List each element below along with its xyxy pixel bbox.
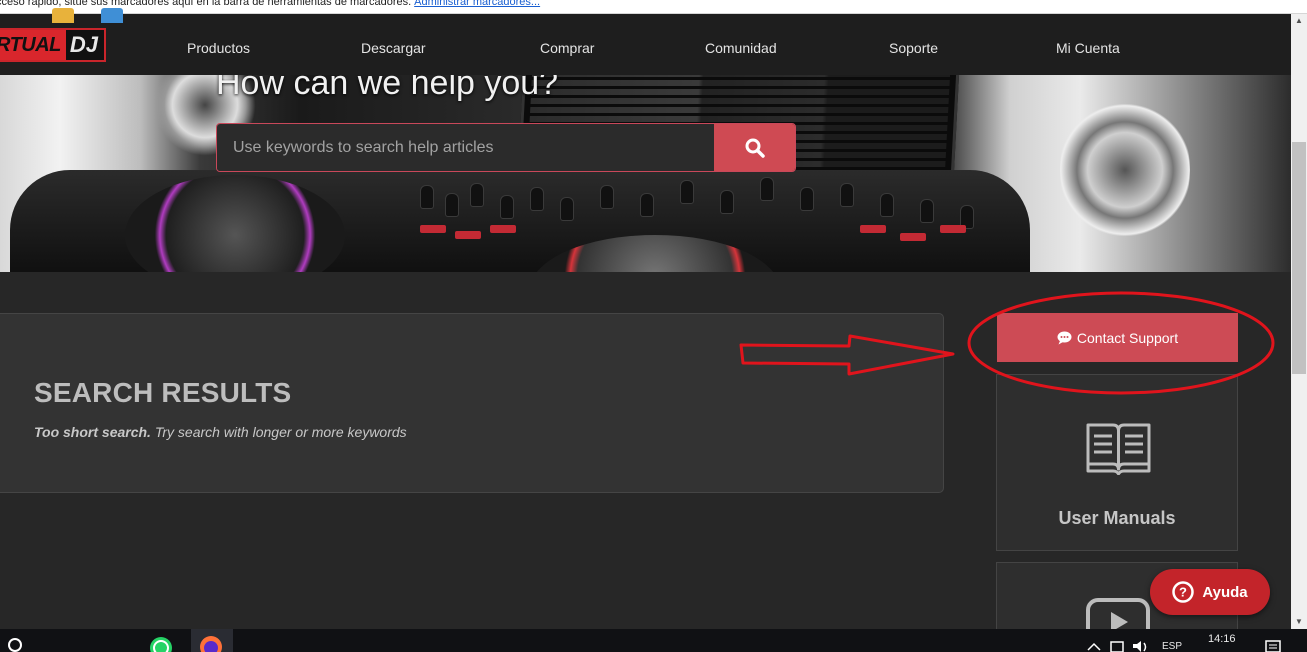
nav-mi-cuenta[interactable]: Mi Cuenta (1056, 40, 1120, 56)
nav-productos[interactable]: Productos (187, 40, 250, 56)
user-manuals-card[interactable]: User Manuals (996, 374, 1238, 551)
help-search-form (216, 123, 796, 172)
speaker-right-image (1060, 85, 1190, 255)
scroll-thumb[interactable] (1292, 142, 1306, 374)
hero-banner: How can we help you? (0, 75, 1291, 272)
search-results-title: SEARCH RESULTS (34, 377, 292, 408)
firefox-icon[interactable] (199, 634, 223, 652)
language-indicator[interactable]: ESP (1162, 641, 1182, 652)
nav-comunidad[interactable]: Comunidad (705, 40, 777, 56)
volume-icon[interactable] (1132, 640, 1150, 652)
manage-bookmarks-link[interactable]: Administrar marcadores... (414, 0, 540, 8)
logo-text-virtual: RTUAL (0, 30, 66, 60)
whatsapp-icon[interactable] (149, 636, 173, 652)
contact-support-label: Contact Support (1076, 329, 1179, 346)
user-manuals-label: User Manuals (1058, 508, 1176, 528)
nav-descargar[interactable]: Descargar (361, 40, 426, 56)
hero-title: How can we help you? (216, 75, 559, 102)
help-search-input[interactable] (217, 124, 714, 171)
nav-comprar[interactable]: Comprar (540, 40, 594, 56)
bookmarks-toolbar: cceso rápido, sitúe sus marcadores aquí … (0, 0, 1307, 14)
search-button[interactable] (714, 124, 795, 171)
help-chat-label: Ayuda (1202, 583, 1248, 601)
search-results-panel: SEARCH RESULTS Too short search. Try sea… (0, 313, 944, 493)
network-icon[interactable] (1109, 640, 1127, 652)
chevron-up-icon[interactable] (1086, 641, 1102, 652)
scroll-up-arrow[interactable]: ▲ (1291, 14, 1307, 28)
help-chat-button[interactable]: ? Ayuda (1150, 569, 1270, 615)
taskbar-clock[interactable]: 14:16 (1208, 633, 1236, 645)
bookmarks-hint: cceso rápido, sitúe sus marcadores aquí … (0, 0, 540, 8)
search-icon (745, 138, 765, 158)
control-panel-icon[interactable] (101, 8, 123, 23)
svg-text:?: ? (1179, 585, 1187, 600)
site-navbar: RTUAL DJ Productos Descargar Comprar Com… (0, 14, 1291, 75)
bookmarks-hint-text: cceso rápido, sitúe sus marcadores aquí … (0, 0, 412, 8)
logo-text-dj: DJ (65, 30, 105, 60)
search-results-message: Too short search. Try search with longer… (34, 424, 407, 440)
nav-soporte[interactable]: Soporte (889, 40, 938, 56)
message-rest: Try search with longer or more keywords (150, 424, 407, 440)
message-bold: Too short search. (34, 424, 151, 440)
chat-bubble-icon (1057, 331, 1072, 344)
file-explorer-icon[interactable] (52, 8, 74, 23)
notifications-icon[interactable] (1265, 640, 1283, 652)
virtualdj-logo[interactable]: RTUAL DJ (0, 28, 107, 62)
scroll-down-arrow[interactable]: ▼ (1291, 615, 1307, 629)
contact-support-button[interactable]: Contact Support (997, 313, 1238, 362)
question-circle-icon: ? (1172, 581, 1195, 603)
search-taskbar-icon[interactable] (5, 636, 23, 652)
open-book-icon (1086, 423, 1151, 475)
